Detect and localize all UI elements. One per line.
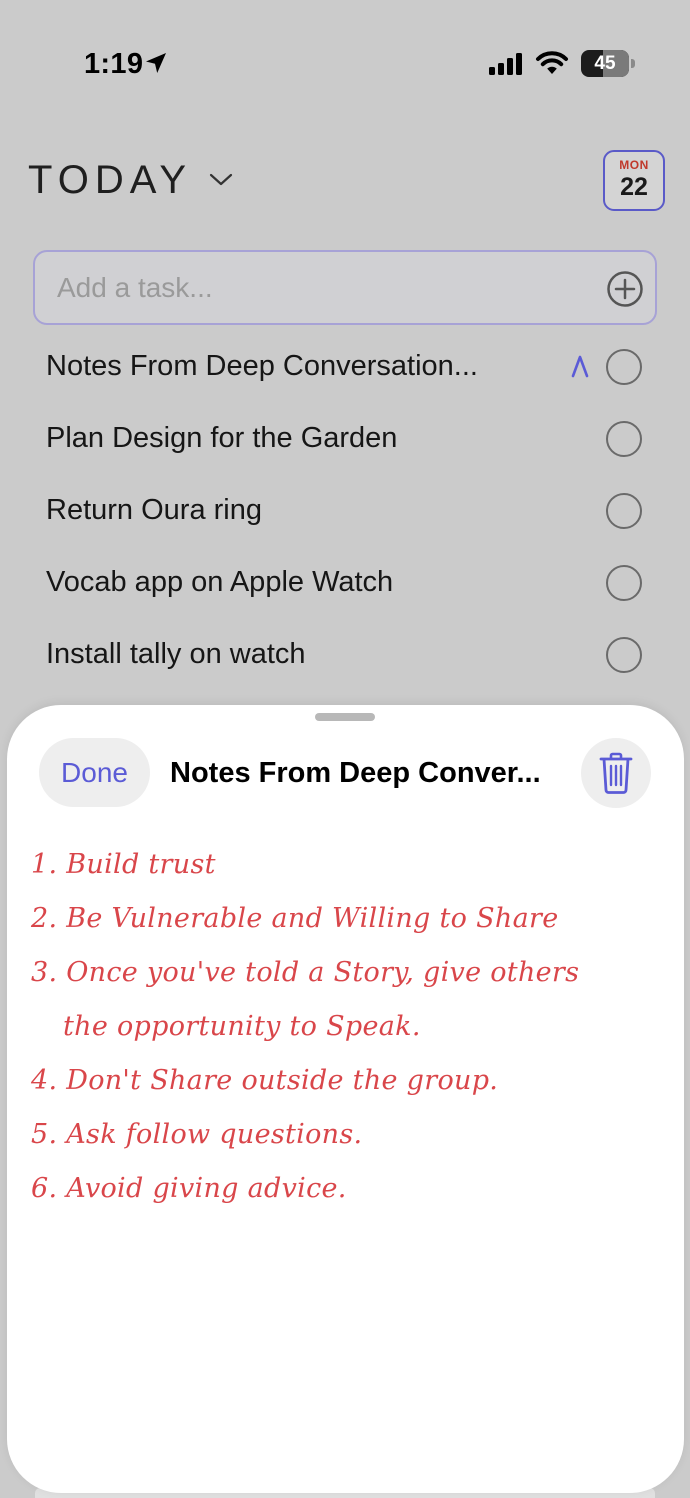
note-line: 6. Avoid giving advice. <box>31 1173 347 1204</box>
task-row[interactable]: Return Oura ring <box>0 476 690 548</box>
note-line: 2. Be Vulnerable and Willing to Share <box>31 903 559 934</box>
wifi-icon <box>535 49 569 80</box>
add-task-input[interactable] <box>57 252 597 323</box>
task-checkbox[interactable] <box>606 493 642 529</box>
battery-icon: 45 <box>581 50 635 77</box>
note-line: 1. Build trust <box>31 849 216 880</box>
task-checkbox[interactable] <box>606 421 642 457</box>
handwritten-notes[interactable]: 1. Build trust 2. Be Vulnerable and Will… <box>7 705 684 1493</box>
status-time: 1:19 <box>84 48 144 80</box>
task-row[interactable]: Vocab app on Apple Watch <box>0 548 690 620</box>
task-detail-sheet: Done Notes From Deep Conver... 1. Build … <box>7 705 684 1493</box>
note-line: the opportunity to Speak. <box>63 1011 421 1042</box>
battery-body: 45 <box>581 50 629 77</box>
task-label: Vocab app on Apple Watch <box>46 566 394 598</box>
task-label: Plan Design for the Garden <box>46 422 398 454</box>
task-checkbox[interactable] <box>606 637 642 673</box>
task-label: Notes From Deep Conversation... <box>46 350 478 382</box>
note-line: 3. Once you've told a Story, give others <box>31 957 580 988</box>
battery-tip <box>631 59 635 68</box>
battery-percentage: 45 <box>594 53 616 74</box>
cellular-signal-icon <box>489 53 523 80</box>
plus-circle-icon[interactable] <box>606 270 644 313</box>
date-day-of-week: MON <box>619 158 649 172</box>
task-label: Install tally on watch <box>46 638 306 670</box>
task-label: Return Oura ring <box>46 494 262 526</box>
location-arrow-icon <box>144 51 168 80</box>
task-row[interactable]: Plan Design for the Garden <box>0 404 690 476</box>
handwriting-icon <box>570 354 590 383</box>
task-row[interactable]: Install tally on watch <box>0 620 690 692</box>
note-line: 5. Ask follow questions. <box>31 1119 363 1150</box>
calendar-date-button[interactable]: MON 22 <box>603 150 665 211</box>
task-checkbox[interactable] <box>606 565 642 601</box>
date-day-number: 22 <box>620 173 648 201</box>
add-task-bar[interactable] <box>33 250 657 325</box>
chevron-down-icon[interactable] <box>208 172 234 193</box>
task-row[interactable]: Notes From Deep Conversation... <box>0 332 690 404</box>
note-line: 4. Don't Share outside the group. <box>31 1065 499 1096</box>
status-bar: 1:19 45 <box>0 0 690 120</box>
task-checkbox[interactable] <box>606 349 642 385</box>
page-title[interactable]: TODAY <box>28 158 192 203</box>
